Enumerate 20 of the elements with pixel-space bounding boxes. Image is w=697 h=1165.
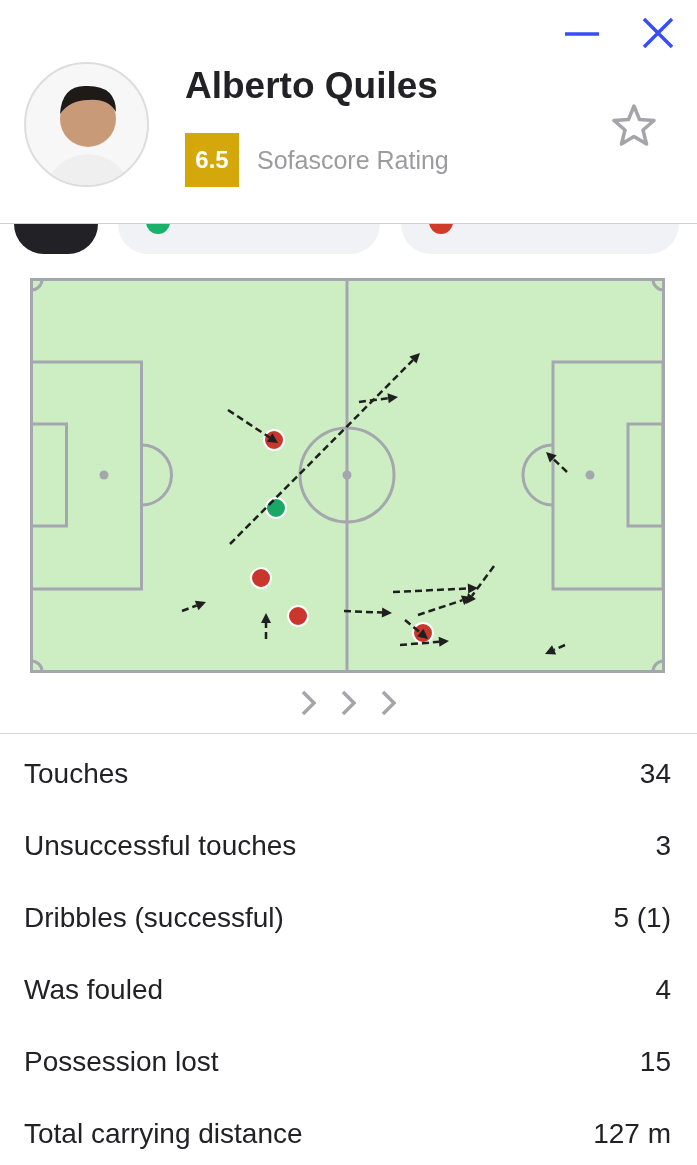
stat-label: Possession lost (24, 1045, 219, 1079)
rating-badge: 6.5 (185, 133, 239, 187)
star-icon (612, 103, 656, 147)
stat-label: Unsuccessful touches (24, 829, 297, 863)
stat-label: Total carrying distance (24, 1117, 303, 1151)
stat-value: 3 (655, 829, 671, 863)
rating-label: Sofascore Rating (257, 145, 449, 176)
stat-value: 15 (639, 1045, 671, 1079)
stat-label: Touches (24, 757, 129, 791)
stat-value: 127 m (593, 1117, 671, 1151)
stat-label: Was fouled (24, 973, 164, 1007)
close-icon (641, 16, 675, 50)
favorite-button[interactable] (612, 103, 656, 147)
stat-label: Dribbles (successful) (24, 901, 284, 935)
stat-value: 4 (655, 973, 671, 1007)
player-name: Alberto Quiles (185, 64, 438, 108)
minimize-icon (565, 32, 599, 36)
stat-value: 5 (1) (613, 901, 671, 935)
stat-value: 34 (639, 757, 671, 791)
close-button[interactable] (641, 16, 675, 50)
